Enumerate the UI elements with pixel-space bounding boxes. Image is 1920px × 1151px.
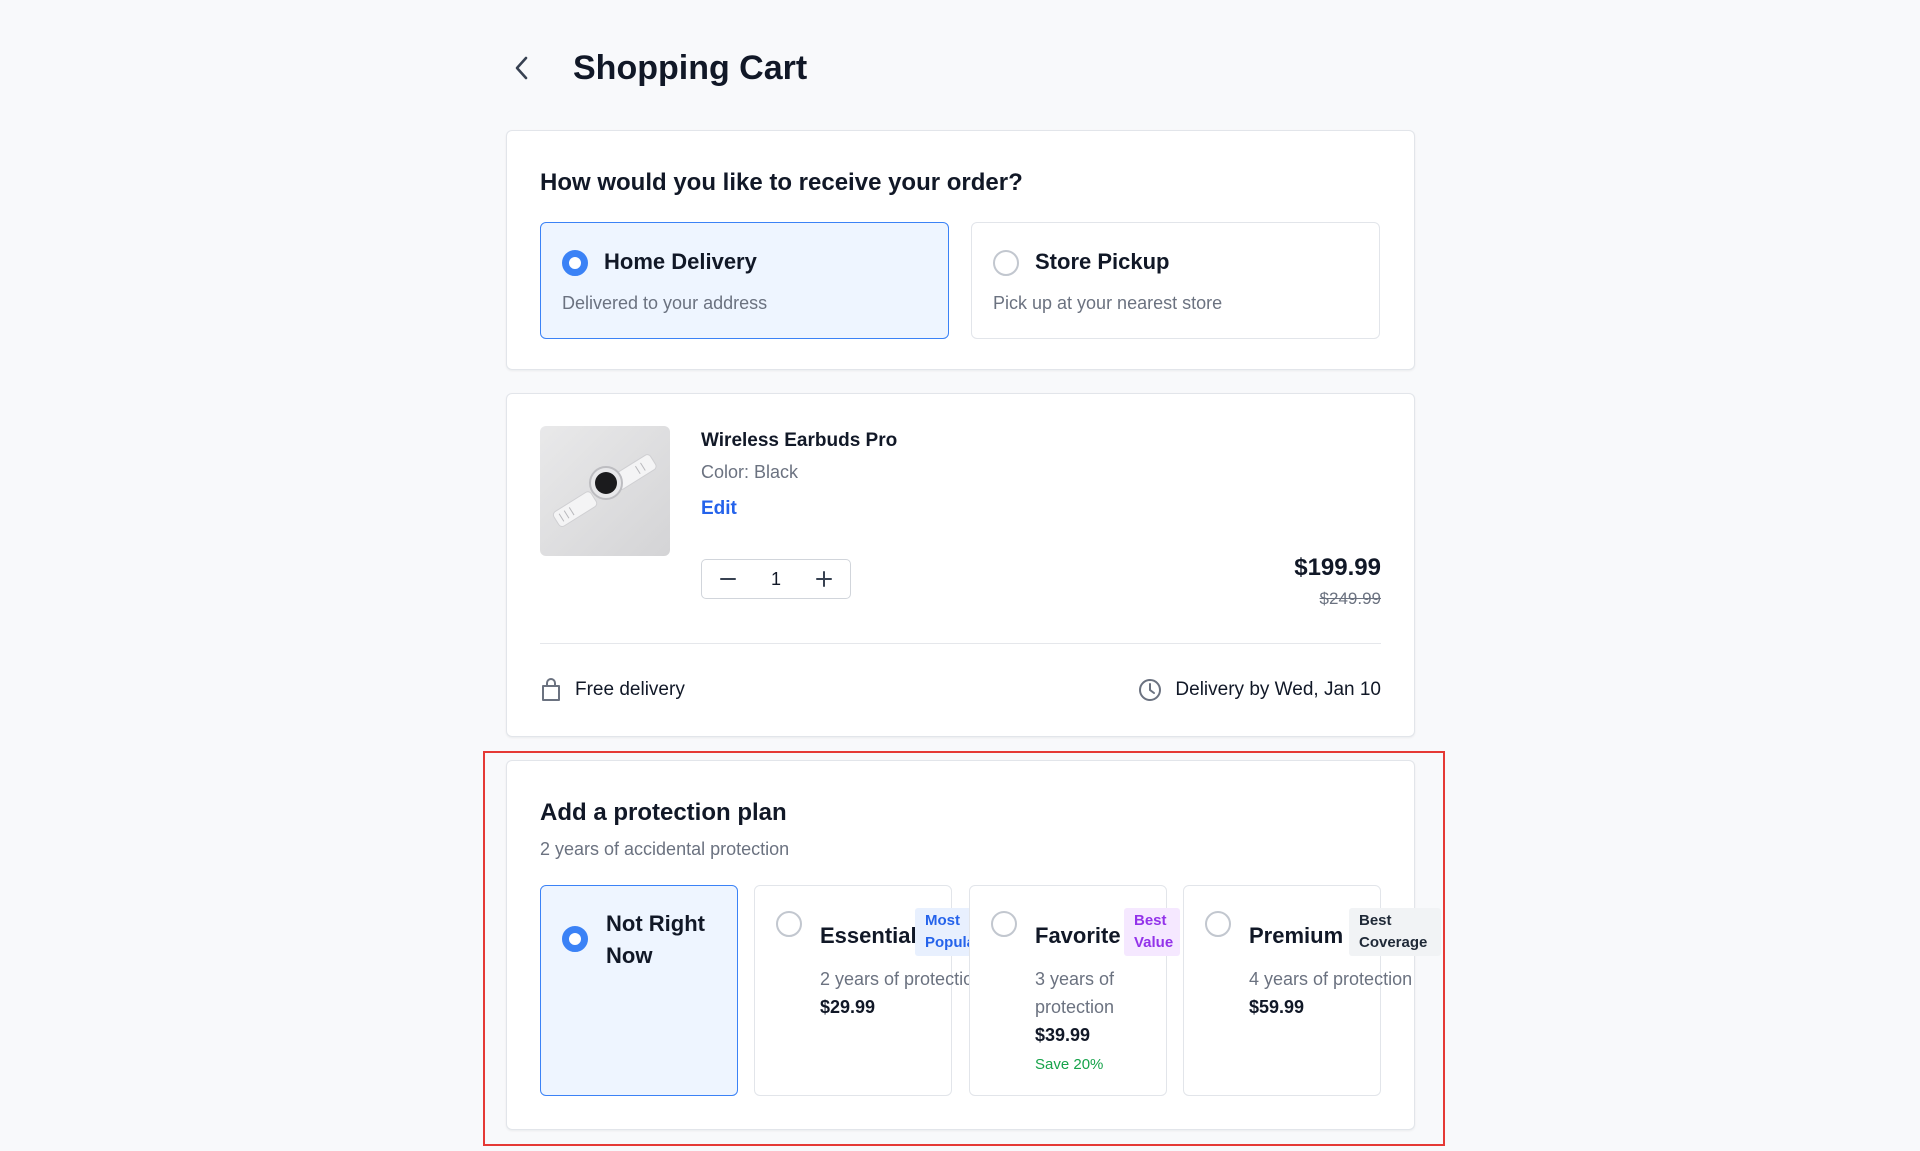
free-delivery-label: Free delivery [575, 679, 685, 700]
divider [540, 643, 1381, 644]
plan-radio[interactable] [991, 911, 1017, 937]
store-pickup-radio[interactable] [993, 250, 1019, 276]
delivery-method-card: How would you like to receive your order… [506, 130, 1415, 370]
delivery-date-info: Delivery by Wed, Jan 10 [1138, 678, 1381, 702]
increase-quantity-button[interactable] [798, 560, 850, 598]
plan-radio[interactable] [562, 926, 588, 952]
plan-option-premium[interactable]: Premium Best Coverage 4 years of protect… [1183, 885, 1441, 1096]
delivery-date-label: Delivery by Wed, Jan 10 [1175, 679, 1381, 700]
page-title: Shopping Cart [573, 48, 808, 87]
plan-radio[interactable] [1205, 911, 1231, 937]
free-delivery-info: Free delivery [540, 678, 685, 702]
store-pickup-option[interactable]: Store Pickup Pick up at your nearest sto… [971, 222, 1380, 339]
store-pickup-label: Store Pickup [1035, 249, 1170, 274]
product-original-price: $249.99 [1319, 589, 1381, 608]
plan-radio[interactable] [776, 911, 802, 937]
plan-name: Not Right Now [606, 911, 705, 968]
cart-item-card: Wireless Earbuds Pro Color: Black Edit 1… [506, 393, 1415, 737]
home-delivery-option[interactable]: Home Delivery Delivered to your address [540, 222, 949, 339]
plan-description: 3 years of protection [1035, 969, 1115, 1017]
plan-description: 2 years of protection [820, 969, 984, 989]
plan-option-not-right-now[interactable]: Not Right Now [540, 885, 738, 1096]
protection-plan-card: Add a protection plan 2 years of acciden… [506, 760, 1441, 1130]
plan-description: 4 years of protection [1249, 969, 1413, 989]
plan-name: Premium [1249, 923, 1344, 948]
home-delivery-description: Delivered to your address [562, 293, 768, 313]
edit-product-link[interactable]: Edit [701, 498, 737, 520]
plus-icon [816, 571, 832, 587]
back-button[interactable] [507, 48, 537, 88]
clock-icon [1139, 679, 1162, 701]
product-color: Color: Black [701, 462, 799, 482]
quantity-value[interactable]: 1 [754, 569, 798, 590]
page-header: Shopping Cart [507, 40, 807, 96]
home-delivery-label: Home Delivery [604, 249, 757, 274]
product-price: $199.99 [1294, 554, 1381, 581]
plan-badge: Best Coverage [1349, 908, 1441, 956]
plan-badge: Best Value [1124, 908, 1180, 956]
home-delivery-radio[interactable] [562, 250, 588, 276]
protection-plan-title: Add a protection plan [540, 799, 787, 826]
decrease-quantity-button[interactable] [702, 560, 754, 598]
store-pickup-description: Pick up at your nearest store [993, 293, 1223, 313]
quantity-stepper: 1 [701, 559, 851, 599]
plan-name: Essential [820, 923, 917, 948]
plan-name: Favorite [1035, 923, 1121, 948]
delivery-method-title: How would you like to receive your order… [540, 169, 1023, 196]
plan-savings: Save 20% [1035, 1056, 1104, 1073]
plan-option-essential[interactable]: Essential Most Popular 2 years of protec… [754, 885, 991, 1096]
protection-plan-subtitle: 2 years of accidental protection [540, 839, 790, 859]
chevron-left-icon [515, 56, 528, 80]
shopping-bag-icon [542, 678, 560, 701]
minus-icon [720, 578, 736, 580]
plan-price: $59.99 [1249, 997, 1305, 1017]
plan-price: $39.99 [1035, 1025, 1091, 1045]
plan-price: $29.99 [820, 997, 876, 1017]
plan-option-favorite[interactable]: Favorite Best Value 3 years of protectio… [969, 885, 1180, 1096]
product-image [540, 426, 670, 556]
product-name: Wireless Earbuds Pro [701, 430, 898, 451]
